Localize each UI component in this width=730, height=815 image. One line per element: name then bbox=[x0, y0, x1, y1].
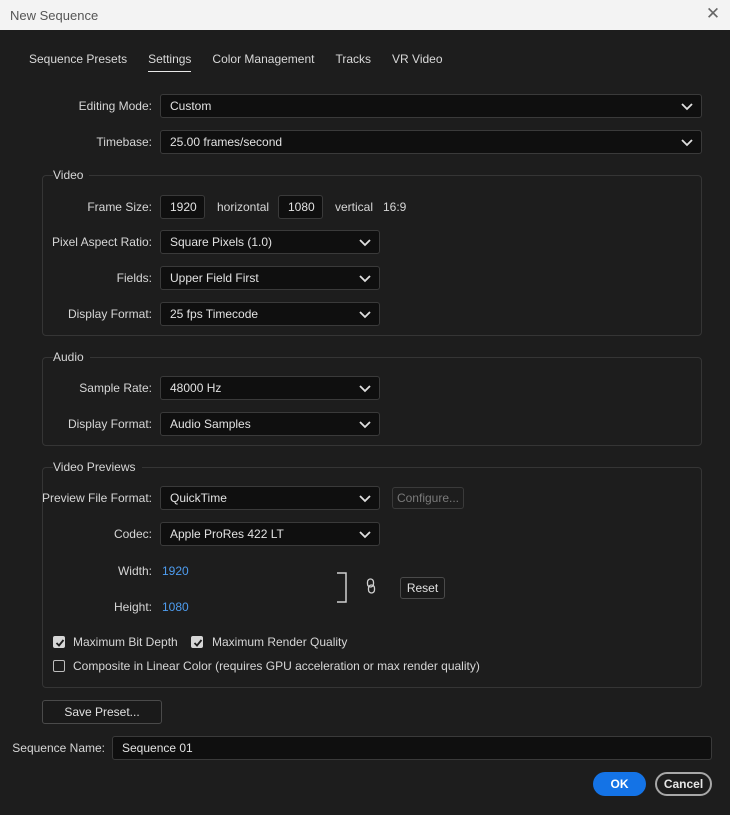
tab-tracks[interactable]: Tracks bbox=[335, 52, 371, 72]
timebase-select[interactable]: 25.00 frames/second bbox=[160, 130, 702, 154]
tab-vr-video[interactable]: VR Video bbox=[392, 52, 442, 72]
chevron-down-icon bbox=[359, 421, 371, 429]
sequence-name-input[interactable]: Sequence 01 bbox=[112, 736, 712, 760]
video-display-format-select[interactable]: 25 fps Timecode bbox=[160, 302, 380, 326]
checkmark-icon bbox=[193, 639, 203, 647]
ok-button[interactable]: OK bbox=[593, 772, 646, 796]
tab-sequence-presets[interactable]: Sequence Presets bbox=[29, 52, 127, 72]
codec-label: Codec: bbox=[113, 527, 152, 541]
max-render-quality-checkbox[interactable] bbox=[191, 636, 203, 648]
codec-value: Apple ProRes 422 LT bbox=[170, 527, 284, 541]
preview-file-format-select[interactable]: QuickTime bbox=[160, 486, 380, 510]
horizontal-label: horizontal bbox=[217, 200, 270, 214]
reset-button[interactable]: Reset bbox=[400, 577, 445, 599]
save-preset-button[interactable]: Save Preset... bbox=[42, 700, 162, 724]
tab-bar: Sequence Presets Settings Color Manageme… bbox=[29, 52, 464, 72]
sample-rate-value: 48000 Hz bbox=[170, 381, 222, 395]
frame-width-input[interactable]: 1920 bbox=[160, 195, 205, 219]
preview-height-value[interactable]: 1080 bbox=[162, 600, 189, 614]
title-bar: New Sequence ✕ bbox=[0, 0, 730, 30]
chevron-down-icon bbox=[359, 385, 371, 393]
editing-mode-select[interactable]: Custom bbox=[160, 94, 702, 118]
frame-height-value: 1080 bbox=[288, 200, 315, 214]
window-title: New Sequence bbox=[10, 7, 99, 23]
frame-size-label: Frame Size: bbox=[87, 200, 152, 214]
checkmark-icon bbox=[55, 639, 65, 647]
editing-mode-value: Custom bbox=[170, 99, 212, 113]
video-display-format-value: 25 fps Timecode bbox=[170, 307, 259, 321]
codec-select[interactable]: Apple ProRes 422 LT bbox=[160, 522, 380, 546]
max-bit-depth-label: Maximum Bit Depth bbox=[73, 635, 178, 649]
audio-display-format-select[interactable]: Audio Samples bbox=[160, 412, 380, 436]
fields-label: Fields: bbox=[116, 271, 152, 285]
chevron-down-icon bbox=[359, 311, 371, 319]
frame-width-value: 1920 bbox=[170, 200, 197, 214]
linear-color-checkbox[interactable] bbox=[53, 660, 65, 672]
preview-width-label: Width: bbox=[117, 564, 152, 578]
max-render-quality-label: Maximum Render Quality bbox=[212, 635, 348, 649]
vertical-label: vertical bbox=[335, 200, 374, 214]
chevron-down-icon bbox=[359, 239, 371, 247]
chevron-down-icon bbox=[359, 531, 371, 539]
max-bit-depth-checkbox[interactable] bbox=[53, 636, 65, 648]
preview-file-format-value: QuickTime bbox=[170, 491, 227, 505]
chevron-down-icon bbox=[681, 103, 693, 111]
chevron-down-icon bbox=[681, 139, 693, 147]
frame-height-input[interactable]: 1080 bbox=[278, 195, 323, 219]
preview-width-value[interactable]: 1920 bbox=[162, 564, 189, 578]
preview-file-format-label: Preview File Format: bbox=[41, 491, 152, 505]
timebase-label: Timebase: bbox=[96, 135, 152, 149]
pixel-aspect-value: Square Pixels (1.0) bbox=[170, 235, 273, 249]
fields-value: Upper Field First bbox=[170, 271, 259, 285]
pixel-aspect-label: Pixel Aspect Ratio: bbox=[51, 235, 152, 249]
chevron-down-icon bbox=[359, 495, 371, 503]
sample-rate-select[interactable]: 48000 Hz bbox=[160, 376, 380, 400]
editing-mode-label: Editing Mode: bbox=[78, 99, 152, 113]
audio-display-format-value: Audio Samples bbox=[170, 417, 251, 431]
close-icon[interactable]: ✕ bbox=[704, 5, 722, 23]
link-icon[interactable] bbox=[366, 578, 376, 594]
sequence-name-value: Sequence 01 bbox=[122, 741, 193, 755]
linear-color-label: Composite in Linear Color (requires GPU … bbox=[73, 659, 480, 673]
audio-display-format-label: Display Format: bbox=[67, 417, 152, 431]
tab-settings[interactable]: Settings bbox=[148, 52, 192, 72]
timebase-value: 25.00 frames/second bbox=[170, 135, 283, 149]
audio-group-title: Audio bbox=[53, 350, 90, 364]
tab-color-management[interactable]: Color Management bbox=[212, 52, 314, 72]
configure-button[interactable]: Configure... bbox=[392, 487, 464, 509]
pixel-aspect-select[interactable]: Square Pixels (1.0) bbox=[160, 230, 380, 254]
video-group-title: Video bbox=[53, 168, 90, 182]
video-previews-group-title: Video Previews bbox=[53, 460, 142, 474]
fields-select[interactable]: Upper Field First bbox=[160, 266, 380, 290]
link-bracket bbox=[337, 572, 347, 603]
chevron-down-icon bbox=[359, 275, 371, 283]
sequence-name-label: Sequence Name: bbox=[12, 741, 105, 755]
video-display-format-label: Display Format: bbox=[67, 307, 152, 321]
aspect-ratio-text: 16:9 bbox=[383, 200, 407, 214]
preview-height-label: Height: bbox=[113, 600, 152, 614]
sample-rate-label: Sample Rate: bbox=[79, 381, 152, 395]
cancel-button[interactable]: Cancel bbox=[655, 772, 712, 796]
